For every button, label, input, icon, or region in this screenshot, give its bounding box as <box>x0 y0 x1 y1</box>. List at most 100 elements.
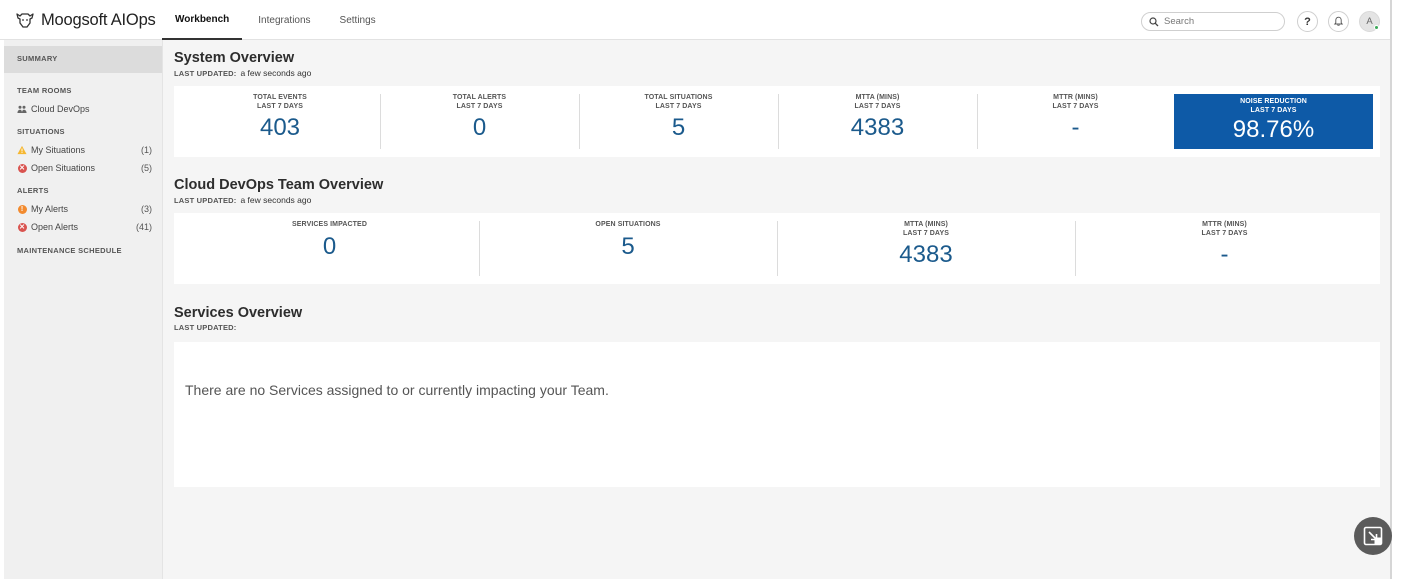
metric-total-events[interactable]: TOTAL EVENTS LAST 7 DAYS 403 <box>180 94 380 149</box>
expand-window-icon <box>1363 526 1383 546</box>
metric-period: LAST 7 DAYS <box>1052 102 1099 110</box>
sidebar-item-cloud-devops[interactable]: Cloud DevOps <box>4 100 162 118</box>
updated-label: LAST UPDATED: <box>174 196 237 205</box>
sidebar-item-maintenance-schedule[interactable]: MAINTENANCE SCHEDULE <box>4 246 162 255</box>
search-box[interactable] <box>1141 12 1285 31</box>
metric-period: LAST 7 DAYS <box>655 102 702 110</box>
metric-label: MTTR (MINS) <box>1053 94 1098 101</box>
empty-services-message: There are no Services assigned to or cur… <box>185 382 609 398</box>
app-root: Moogsoft AIOps Workbench Integrations Se… <box>0 0 1407 579</box>
updated-value: a few seconds ago <box>240 195 312 205</box>
system-overview-updated: LAST UPDATED: a few seconds ago <box>174 68 311 78</box>
metric-value: 98.76% <box>1232 116 1315 143</box>
metric-period: LAST 7 DAYS <box>1201 229 1248 237</box>
sidebar-item-open-situations[interactable]: ✕ Open Situations (5) <box>4 159 162 177</box>
metric-value: 0 <box>322 232 337 260</box>
metric-period: LAST 7 DAYS <box>1250 106 1297 114</box>
metric-label: TOTAL ALERTS <box>452 94 507 101</box>
metric-total-situations[interactable]: TOTAL SITUATIONS LAST 7 DAYS 5 <box>579 94 778 149</box>
moogsoft-logo-icon <box>16 13 34 28</box>
metric-noise-reduction[interactable]: NOISE REDUCTION LAST 7 DAYS 98.76% <box>1174 94 1373 149</box>
sidebar-item-label: Open Situations <box>31 163 96 173</box>
tab-workbench[interactable]: Workbench <box>162 0 243 40</box>
error-icon-wrap: ✕ <box>17 163 27 173</box>
metric-period: LAST 7 DAYS <box>456 102 503 110</box>
top-bar: Moogsoft AIOps Workbench Integrations Se… <box>0 0 1392 40</box>
metric-value: 4383 <box>850 114 905 141</box>
sidebar-item-label: My Situations <box>31 145 86 155</box>
metric-team-mttr[interactable]: MTTR (MINS) LAST 7 DAYS - <box>1075 221 1374 276</box>
metric-label: OPEN SITUATIONS <box>595 221 661 228</box>
metric-label: NOISE REDUCTION <box>1240 98 1307 105</box>
scrollbar-track[interactable] <box>1390 0 1392 579</box>
warning-triangle-icon <box>17 145 27 155</box>
updated-label: LAST UPDATED: <box>174 69 237 78</box>
avatar-initial: A <box>1366 16 1373 27</box>
metric-label: MTTA (MINS) <box>904 221 948 228</box>
metric-period: LAST 7 DAYS <box>854 102 901 110</box>
help-button[interactable]: ? <box>1297 11 1318 32</box>
sidebar-item-label: My Alerts <box>31 204 69 214</box>
metric-value: - <box>1071 114 1080 141</box>
metric-mttr[interactable]: MTTR (MINS) LAST 7 DAYS - <box>977 94 1174 149</box>
sidebar-item-open-alerts[interactable]: ✕ Open Alerts (41) <box>4 218 162 236</box>
metric-period: LAST 7 DAYS <box>903 229 949 237</box>
team-overview-panel: SERVICES IMPACTED 0 OPEN SITUATIONS 5 MT… <box>174 213 1380 284</box>
metric-open-situations[interactable]: OPEN SITUATIONS 5 <box>479 221 777 276</box>
sidebar-heading-team-rooms: TEAM ROOMS <box>17 86 72 95</box>
metric-value: 5 <box>671 114 686 141</box>
expand-panel-button[interactable] <box>1354 517 1392 555</box>
services-overview-panel: There are no Services assigned to or cur… <box>174 342 1380 487</box>
metric-total-alerts[interactable]: TOTAL ALERTS LAST 7 DAYS 0 <box>380 94 579 149</box>
sidebar-heading-situations: SITUATIONS <box>17 127 65 136</box>
services-overview-updated: LAST UPDATED: <box>174 323 236 332</box>
online-status-dot <box>1374 25 1379 30</box>
sidebar-item-count: (41) <box>135 222 152 232</box>
metric-label: MTTA (MINS) <box>855 94 900 101</box>
metric-value: - <box>1220 241 1229 268</box>
metric-label: TOTAL EVENTS <box>253 94 307 101</box>
services-overview-title: Services Overview <box>174 305 303 321</box>
metric-team-mtta[interactable]: MTTA (MINS) LAST 7 DAYS 4383 <box>777 221 1075 276</box>
system-overview-title: System Overview <box>174 50 295 66</box>
sidebar-item-label: Open Alerts <box>31 222 79 232</box>
team-icon <box>17 104 27 114</box>
team-overview-title: Cloud DevOps Team Overview <box>174 177 384 193</box>
metric-value: 4383 <box>899 241 953 268</box>
warning-icon-wrap: ! <box>17 204 27 214</box>
main-content: System Overview LAST UPDATED: a few secon… <box>163 40 1390 579</box>
alert-warning-icon: ! <box>17 204 27 214</box>
sidebar-heading-alerts: ALERTS <box>17 186 49 195</box>
search-icon <box>1149 16 1159 26</box>
metric-period: LAST 7 DAYS <box>257 102 303 110</box>
sidebar-item-count: (1) <box>141 145 152 155</box>
main-nav: Workbench Integrations Settings <box>162 0 392 40</box>
metric-label: SERVICES IMPACTED <box>292 221 367 228</box>
error-icon: ✕ <box>17 163 27 173</box>
team-overview-updated: LAST UPDATED: a few seconds ago <box>174 195 311 205</box>
user-avatar[interactable]: A <box>1359 11 1380 32</box>
sidebar-item-count: (5) <box>141 163 152 173</box>
metric-services-impacted[interactable]: SERVICES IMPACTED 0 <box>180 221 479 276</box>
notifications-button[interactable] <box>1328 11 1349 32</box>
metric-value: 403 <box>259 114 301 141</box>
system-overview-panel: TOTAL EVENTS LAST 7 DAYS 403 TOTAL ALERT… <box>174 86 1380 157</box>
sidebar-item-my-alerts[interactable]: ! My Alerts (3) <box>4 200 162 218</box>
sidebar-item-summary[interactable]: SUMMARY <box>4 46 162 73</box>
tab-settings[interactable]: Settings <box>327 0 389 40</box>
tab-integrations[interactable]: Integrations <box>245 0 323 40</box>
error-icon: ✕ <box>17 222 27 232</box>
search-input[interactable] <box>1164 16 1274 27</box>
brand[interactable]: Moogsoft AIOps <box>14 10 156 30</box>
sidebar-item-label: Cloud DevOps <box>31 104 90 114</box>
metric-value: 0 <box>472 114 487 141</box>
error-icon-wrap: ✕ <box>17 222 27 232</box>
sidebar-item-count: (3) <box>141 204 152 214</box>
sidebar: SUMMARY TEAM ROOMS Cloud DevOps SITUATIO… <box>4 40 163 579</box>
brand-name: Moogsoft AIOps <box>41 10 156 29</box>
metric-label: MTTR (MINS) <box>1202 221 1247 228</box>
updated-value: a few seconds ago <box>240 68 312 78</box>
updated-label: LAST UPDATED: <box>174 323 237 332</box>
metric-mtta[interactable]: MTTA (MINS) LAST 7 DAYS 4383 <box>778 94 977 149</box>
sidebar-item-my-situations[interactable]: My Situations (1) <box>4 141 162 159</box>
